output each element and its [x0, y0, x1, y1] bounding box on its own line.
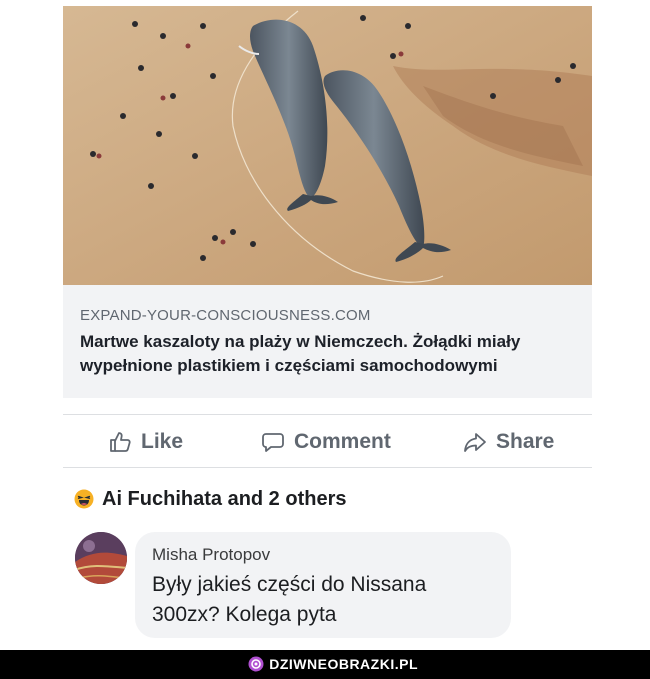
reactions-text: Ai Fuchihata and 2 others [102, 487, 347, 510]
comment-text: Były jakieś części do Nissana 300zx? Kol… [152, 573, 427, 626]
share-label: Share [496, 430, 555, 453]
reactions-summary[interactable]: Ai Fuchihata and 2 others [74, 486, 346, 512]
like-label: Like [141, 430, 184, 453]
comment-bubble: Misha Protopov Były jakieś części do Nis… [135, 532, 511, 638]
dziwneobrazki-logo-icon [248, 656, 264, 672]
comment-button[interactable]: Comment [261, 429, 391, 455]
watermark: DZIWNEOBRAZKI.PL [248, 656, 418, 672]
watermark-bar: DZIWNEOBRAZKI.PL [0, 650, 650, 679]
post-photo[interactable] [63, 6, 592, 285]
like-button[interactable]: Like [108, 429, 183, 455]
avatar-image [75, 532, 127, 584]
link-headline[interactable]: Martwe kaszaloty na plaży w Niemczech. Ż… [80, 330, 580, 378]
action-bar: Like Comment Share [63, 415, 592, 467]
watermark-text: DZIWNEOBRAZKI.PL [269, 656, 418, 672]
haha-emoji-icon [74, 489, 94, 509]
whale-beach-photo [63, 6, 592, 285]
divider [63, 467, 592, 468]
thumbs-up-icon [108, 430, 132, 454]
comment-author[interactable]: Misha Protopov [152, 545, 270, 565]
share-button[interactable]: Share [463, 429, 554, 455]
share-arrow-icon [463, 430, 487, 454]
comment-bubble-icon [261, 430, 285, 454]
comment-label: Comment [294, 430, 391, 453]
avatar[interactable] [75, 532, 127, 584]
link-domain: EXPAND-YOUR-CONSCIOUSNESS.COM [80, 307, 371, 324]
link-preview[interactable]: EXPAND-YOUR-CONSCIOUSNESS.COM Martwe kas… [63, 285, 592, 398]
